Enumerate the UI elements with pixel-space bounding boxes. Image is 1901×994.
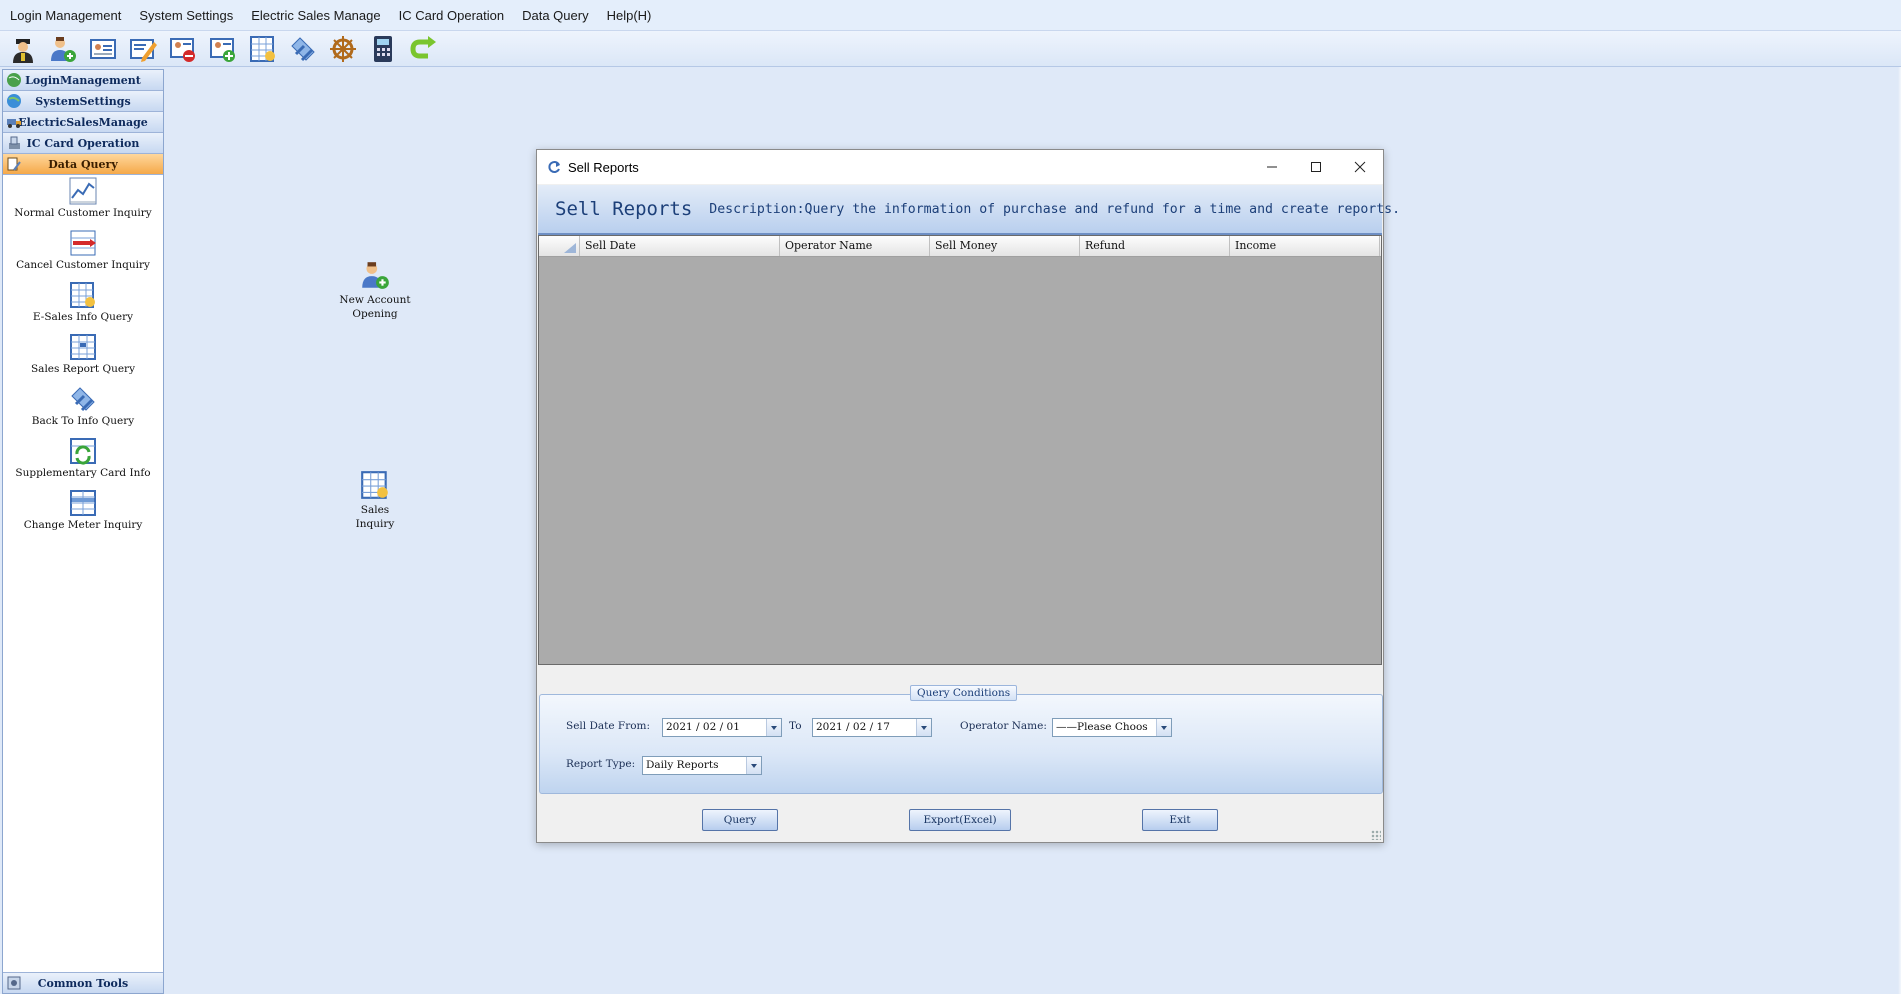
maximize-icon — [1311, 162, 1321, 172]
add-user-icon[interactable] — [46, 33, 80, 65]
operator-icon[interactable] — [6, 33, 40, 65]
line-chart-icon — [69, 177, 97, 205]
return-icon[interactable] — [286, 33, 320, 65]
toolbar — [0, 31, 1901, 67]
maximize-button[interactable] — [1294, 150, 1338, 184]
chevron-down-icon[interactable] — [766, 719, 781, 736]
chevron-down-icon[interactable] — [1156, 719, 1171, 736]
dialog-titlebar[interactable]: Sell Reports — [537, 150, 1383, 184]
add-card-icon[interactable] — [206, 33, 240, 65]
add-user-icon — [362, 262, 389, 289]
sidebar-header-system-settings[interactable]: SystemSettings — [3, 91, 163, 112]
sales-table-icon — [70, 282, 95, 308]
dialog-title: Sell Reports — [568, 159, 639, 175]
column-sell-money[interactable]: Sell Money — [930, 236, 1080, 256]
sidebar-item-e-sales-info-query[interactable]: E-Sales Info Query — [3, 280, 163, 332]
date-from-picker[interactable]: 2021 / 02 / 01 — [662, 718, 782, 737]
tools-icon — [7, 976, 21, 990]
truck-icon — [7, 119, 21, 128]
report-grid[interactable]: Sell Date Operator Name Sell Money Refun… — [538, 235, 1382, 665]
query-button[interactable]: Query — [702, 809, 778, 831]
menu-ic-card-operation[interactable]: IC Card Operation — [390, 8, 514, 23]
sidebar-header-ic-card-operation[interactable]: IC Card Operation — [3, 133, 163, 154]
sidebar-item-sales-report-query[interactable]: Sales Report Query — [3, 332, 163, 384]
query-tools-icon — [7, 157, 21, 171]
query-conditions-group: Query Conditions Sell Date From: 2021 / … — [539, 685, 1383, 794]
menu-login-management[interactable]: Login Management — [0, 8, 130, 23]
export-excel-button[interactable]: Export(Excel) — [909, 809, 1011, 831]
sidebar: LoginManagement SystemSettings ElectricS… — [2, 69, 164, 994]
operator-name-select[interactable]: ——Please Choos — [1052, 718, 1172, 737]
globe-icon — [7, 73, 21, 87]
refresh-arrow-icon[interactable] — [406, 33, 440, 65]
column-sell-date[interactable]: Sell Date — [580, 236, 780, 256]
menu-data-query[interactable]: Data Query — [513, 8, 597, 23]
sell-date-from-label: Sell Date From: — [566, 720, 651, 732]
report-grid-icon — [70, 334, 96, 360]
sidebar-header-electric-sales-manage[interactable]: ElectricSalesManage — [3, 112, 163, 133]
menu-system-settings[interactable]: System Settings — [130, 8, 242, 23]
sidebar-header-login-management[interactable]: LoginManagement — [3, 70, 163, 91]
edit-card-icon[interactable] — [126, 33, 160, 65]
card-refresh-icon — [70, 438, 96, 465]
sidebar-header-common-tools[interactable]: Common Tools — [3, 972, 163, 993]
sidebar-item-list: Normal Customer Inquiry Cancel Customer … — [3, 176, 163, 540]
refresh-icon — [548, 161, 560, 173]
cancel-form-icon — [70, 230, 96, 256]
minimize-button[interactable] — [1250, 150, 1294, 184]
sidebar-item-supplementary-card-info[interactable]: Supplementary Card Info — [3, 436, 163, 488]
query-conditions-title: Query Conditions — [910, 685, 1018, 701]
cancel-card-icon[interactable] — [166, 33, 200, 65]
calculator-icon[interactable] — [366, 33, 400, 65]
customer-card-icon[interactable] — [86, 33, 120, 65]
desktop-sales-inquiry[interactable]: Sales Inquiry — [320, 469, 430, 531]
grid-corner[interactable] — [539, 236, 580, 256]
meter-table-icon — [70, 490, 96, 516]
menu-bar: Login Management System Settings Electri… — [0, 0, 1901, 31]
chevron-down-icon[interactable] — [746, 757, 761, 774]
return-icon — [71, 387, 95, 412]
sidebar-item-normal-customer-inquiry[interactable]: Normal Customer Inquiry — [3, 176, 163, 228]
column-income[interactable]: Income — [1230, 236, 1380, 256]
menu-electric-sales-manage[interactable]: Electric Sales Manage — [242, 8, 389, 23]
menu-help[interactable]: Help(H) — [598, 8, 661, 23]
sidebar-item-back-to-info-query[interactable]: Back To Info Query — [3, 384, 163, 436]
banner-title: Sell Reports — [555, 198, 693, 220]
sell-reports-dialog: Sell Reports Sell Reports Description:Qu… — [536, 149, 1400, 843]
globe-icon — [7, 94, 21, 108]
resize-grip[interactable] — [1371, 830, 1381, 840]
card-reader-icon — [9, 136, 20, 149]
column-operator-name[interactable]: Operator Name — [780, 236, 930, 256]
grid-header: Sell Date Operator Name Sell Money Refun… — [539, 236, 1381, 257]
column-refund[interactable]: Refund — [1080, 236, 1230, 256]
close-icon — [1354, 161, 1366, 173]
close-button[interactable] — [1338, 150, 1382, 184]
sales-table-icon[interactable] — [246, 33, 280, 65]
sidebar-header-data-query[interactable]: Data Query — [3, 154, 163, 175]
sales-table-icon — [361, 471, 388, 499]
minimize-icon — [1267, 166, 1277, 168]
sidebar-item-change-meter-inquiry[interactable]: Change Meter Inquiry — [3, 488, 163, 540]
desktop-new-account-opening[interactable]: New Account Opening — [320, 259, 430, 321]
exit-button[interactable]: Exit — [1142, 809, 1218, 831]
chevron-down-icon[interactable] — [916, 719, 931, 736]
sidebar-item-cancel-customer-inquiry[interactable]: Cancel Customer Inquiry — [3, 228, 163, 280]
date-to-picker[interactable]: 2021 / 02 / 17 — [812, 718, 932, 737]
to-label: To — [789, 720, 802, 732]
report-type-label: Report Type: — [566, 758, 636, 770]
dialog-banner: Sell Reports Description:Query the infor… — [538, 185, 1400, 235]
banner-description: Description:Query the information of pur… — [709, 201, 1401, 217]
helm-icon[interactable] — [326, 33, 360, 65]
report-type-select[interactable]: Daily Reports — [642, 756, 762, 775]
operator-name-label: Operator Name: — [960, 720, 1047, 732]
